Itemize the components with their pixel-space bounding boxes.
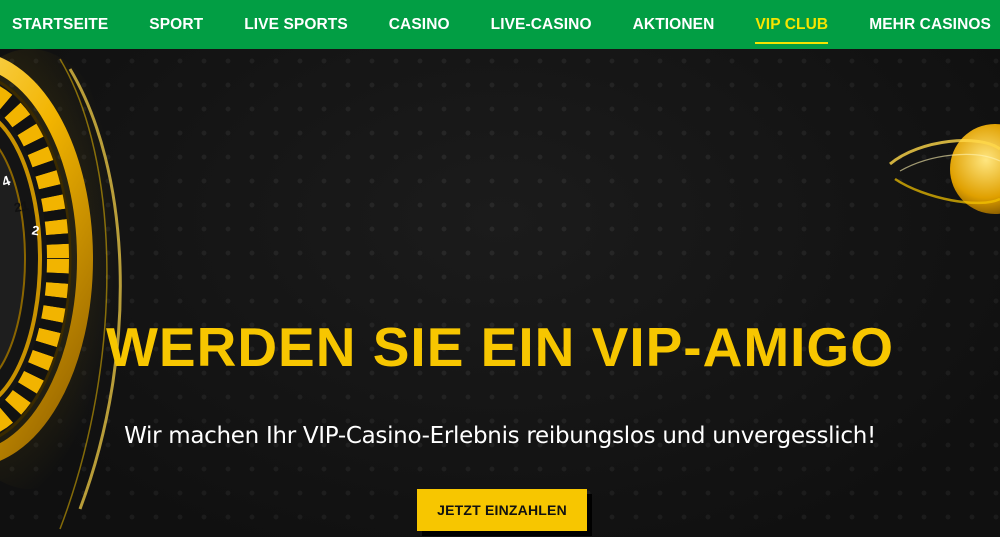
gold-coin-icon	[889, 124, 1000, 214]
roulette-number-4: 4	[0, 172, 13, 190]
nav-item-startseite[interactable]: STARTSEITE	[12, 12, 108, 38]
nav-item-aktionen[interactable]: AKTIONEN	[633, 12, 715, 38]
roulette-wheel-icon	[0, 49, 140, 530]
hero-title: WERDEN SIE EIN VIP-AMIGO	[106, 316, 894, 378]
roulette-number-2: 2	[30, 222, 41, 239]
roulette-numbers: 4 21 2	[0, 171, 60, 291]
page: STARTSEITE SPORT LIVE SPORTS CASINO LIVE…	[0, 0, 1000, 537]
nav-item-mehr-casinos[interactable]: MEHR CASINOS	[869, 12, 991, 38]
nav-item-live-casino[interactable]: LIVE-CASINO	[491, 12, 592, 38]
hero-background-shade	[0, 49, 1000, 537]
deposit-now-button[interactable]: JETZT EINZAHLEN	[417, 489, 587, 531]
nav-item-vip-club[interactable]: VIP CLUB	[755, 12, 828, 44]
roulette-number-21: 21	[12, 197, 30, 216]
top-navigation: STARTSEITE SPORT LIVE SPORTS CASINO LIVE…	[0, 0, 1000, 49]
vip-hero-banner: 4 21 2 WERDEN SIE EIN VIP-AMIGO Wir mach…	[0, 49, 1000, 537]
nav-item-live-sports[interactable]: LIVE SPORTS	[244, 12, 348, 38]
hero-subtitle: Wir machen Ihr VIP-Casino-Erlebnis reibu…	[124, 423, 876, 449]
nav-item-casino[interactable]: CASINO	[389, 12, 450, 38]
nav-item-sport[interactable]: SPORT	[149, 12, 203, 38]
